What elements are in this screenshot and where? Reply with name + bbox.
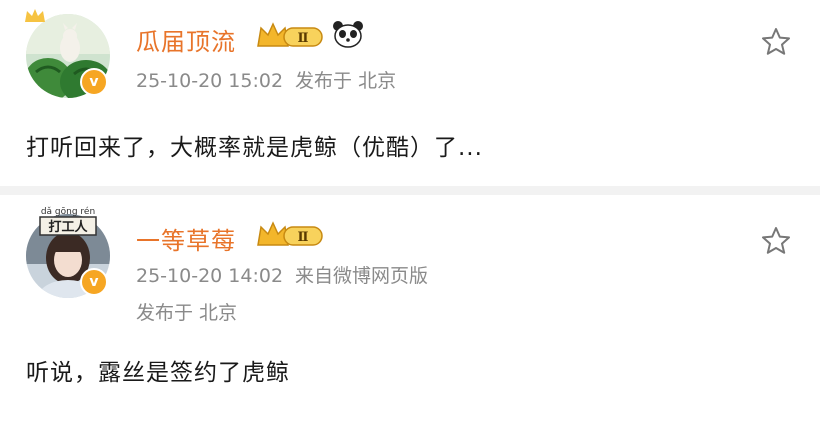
svg-text:Ⅱ: Ⅱ bbox=[298, 31, 309, 46]
svg-text:dǎ gōng rén: dǎ gōng rén bbox=[41, 206, 95, 217]
post-separator bbox=[0, 186, 820, 195]
star-icon[interactable] bbox=[760, 225, 792, 257]
username[interactable]: 瓜届顶流 bbox=[136, 22, 236, 57]
level-badge-icon: Ⅱ bbox=[257, 22, 323, 47]
verified-icon: v bbox=[80, 68, 108, 96]
star-icon[interactable] bbox=[760, 26, 792, 58]
location: 发布于 北京 bbox=[136, 302, 238, 324]
timestamp: 25-10-20 14:02 bbox=[136, 265, 284, 287]
post-card: dǎ gōng rén 打工人 v 一等草莓 Ⅱ 25-10-20 14:02 来… bbox=[0, 195, 820, 424]
panda-icon bbox=[333, 21, 363, 48]
svg-text:打工人: 打工人 bbox=[48, 219, 88, 235]
avatar-container[interactable]: dǎ gōng rén 打工人 v bbox=[26, 206, 110, 298]
crown-icon bbox=[25, 9, 45, 22]
post-card: v 瓜届顶流 Ⅱ 25-10-20 15:02 发布于 北京 打听回来了，大概率就… bbox=[0, 0, 820, 186]
post-meta: 25-10-20 14:02 来自微博网页版 bbox=[136, 261, 440, 288]
post-content: 打听回来了，大概率就是虎鲸（优酷）了... bbox=[26, 135, 483, 161]
post-content: 听说，露丝是签约了虎鲸 bbox=[26, 360, 290, 386]
avatar-frame: dǎ gōng rén 打工人 bbox=[39, 206, 97, 236]
verified-icon: v bbox=[80, 268, 108, 296]
timestamp: 25-10-20 15:02 bbox=[136, 70, 284, 92]
svg-text:Ⅱ: Ⅱ bbox=[298, 230, 309, 245]
avatar-container[interactable]: v bbox=[25, 9, 110, 98]
post-meta: 25-10-20 15:02 发布于 北京 bbox=[136, 66, 408, 93]
source: 来自微博网页版 bbox=[295, 265, 429, 287]
level-badge-icon: Ⅱ bbox=[257, 221, 323, 246]
username[interactable]: 一等草莓 bbox=[136, 221, 236, 256]
location: 发布于 北京 bbox=[295, 70, 397, 92]
